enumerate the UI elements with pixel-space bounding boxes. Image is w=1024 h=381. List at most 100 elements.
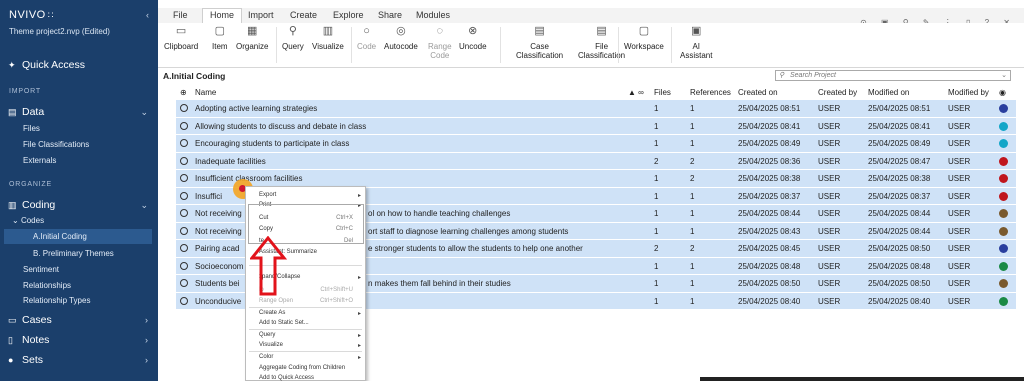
submenu-arrow-icon: ▸ — [357, 275, 361, 281]
menu-separator — [249, 351, 362, 352]
sidebar-item-preliminary-themes[interactable]: B. Preliminary Themes — [33, 249, 114, 258]
cell-refs: 1 — [690, 139, 695, 148]
organize-button[interactable]: ▦ Organize — [236, 26, 268, 52]
row-name: Encouraging students to participate in c… — [195, 139, 350, 148]
sidebar-item-codes[interactable]: ⌄ Codes — [12, 216, 44, 225]
code-node-icon — [180, 261, 188, 270]
table-row[interactable]: Adopting active learning strategies 1 1 25/… — [176, 100, 1016, 118]
ai-assistant-button[interactable]: ▣ AI Assistant — [680, 26, 712, 61]
menu-aggregate-coding[interactable]: Aggregate Coding from Children — [259, 365, 345, 371]
menu-add-quick-access[interactable]: Add to Quick Access — [259, 375, 314, 381]
menu-range-open[interactable]: Range Open — [259, 298, 293, 304]
row-name-tail: e stronger students to allow the student… — [368, 244, 583, 253]
column-name[interactable]: Name — [195, 88, 216, 97]
submenu-arrow-icon: ▸ — [357, 193, 361, 199]
menu-separator — [249, 329, 362, 330]
autocode-button[interactable]: ◎ Autocode — [384, 26, 418, 52]
case-classification-button[interactable]: ▤ Case Classification — [516, 26, 563, 61]
clipboard-icon: ▭ — [175, 25, 187, 37]
tab-file[interactable]: File — [173, 10, 188, 20]
menu-create-as[interactable]: Create As — [259, 310, 285, 316]
sidebar-item-relationships[interactable]: Relationships — [23, 281, 71, 290]
pin-icon: ✦ — [8, 60, 16, 70]
sidebar-item-notes[interactable]: ▯ Notes › — [8, 334, 152, 346]
row-name: Inadequate facilities — [195, 156, 266, 166]
tab-explore[interactable]: Explore — [333, 10, 364, 20]
column-references[interactable]: References — [690, 88, 731, 97]
column-files[interactable]: Files — [654, 88, 671, 97]
table-row[interactable]: Insufficient classroom facilities 1 2 25/04… — [176, 170, 1016, 188]
cell-mby: USER — [948, 209, 971, 218]
menu-cut[interactable]: Cut — [259, 215, 268, 221]
color-marker — [999, 139, 1008, 148]
item-button[interactable]: ▢ Item — [212, 26, 228, 52]
sidebar-item-externals[interactable]: Externals — [23, 156, 56, 165]
add-column-icon[interactable]: ⊕ — [180, 88, 187, 97]
search-project-input[interactable]: ⚲ Search Project ⌄ — [775, 70, 1011, 81]
workspace-button[interactable]: ▢ Workspace — [624, 25, 664, 52]
navigation-sidebar: NVIVO ∷ ‹ Theme project2.nvp (Edited) ✦ Qu… — [0, 0, 158, 381]
row-name: Pairing acad — [195, 244, 240, 253]
chevron-right-icon: › — [145, 315, 148, 325]
visualize-icon: ▥ — [322, 25, 334, 37]
visualize-button[interactable]: ▥ Visualize — [312, 25, 344, 52]
tab-modules[interactable]: Modules — [416, 10, 450, 20]
menu-separator — [249, 307, 362, 308]
menu-add-static-set[interactable]: Add to Static Set... — [259, 320, 309, 326]
cell-refs: 2 — [690, 174, 695, 183]
sidebar-item-data[interactable]: ▤ Data ⌄ — [8, 106, 152, 118]
cell-created: 25/04/2025 08:36 — [738, 156, 801, 166]
cell-files: 1 — [654, 226, 659, 236]
sidebar-item-initial-coding[interactable]: A.Initial Coding — [33, 232, 87, 241]
code-node-icon — [180, 226, 188, 235]
menu-query[interactable]: Query — [259, 332, 275, 338]
clipboard-button[interactable]: ▭ Clipboard — [164, 25, 198, 52]
sidebar-item-file-classifications[interactable]: File Classifications — [23, 140, 89, 149]
range-code-button[interactable]: ◌ Range Code — [428, 26, 452, 61]
cell-refs: 1 — [690, 121, 695, 131]
sidebar-item-coding[interactable]: ▥ Coding ⌄ — [8, 199, 152, 211]
quick-access-link[interactable]: ✦ Quick Access — [8, 59, 85, 71]
column-modified-by[interactable]: Modified by — [948, 88, 989, 97]
submenu-arrow-icon: ▸ — [357, 355, 361, 361]
color-column-icon[interactable]: ◉ — [999, 88, 1006, 97]
chevron-down-icon[interactable]: ⌄ — [1001, 71, 1007, 80]
tab-share[interactable]: Share — [378, 10, 402, 20]
shortcut-label: Del — [343, 238, 353, 244]
sort-icon[interactable]: ▲ ∞ — [628, 88, 644, 97]
cell-refs: 2 — [690, 156, 695, 166]
sidebar-item-files[interactable]: Files — [23, 124, 40, 133]
collapse-sidebar-button[interactable]: ‹ — [146, 10, 149, 20]
sidebar-item-relationship-types[interactable]: Relationship Types — [23, 296, 90, 305]
tab-import[interactable]: Import — [248, 10, 274, 20]
tab-create[interactable]: Create — [290, 10, 317, 20]
shortcut-label: Ctrl+Shift+O — [319, 298, 353, 304]
coding-icon: ▥ — [8, 200, 17, 210]
cell-files: 1 — [654, 139, 659, 148]
cell-created: 25/04/2025 08:40 — [738, 296, 801, 306]
sidebar-item-sets[interactable]: ● Sets › — [8, 354, 152, 366]
menu-visualize[interactable]: Visualize — [259, 342, 283, 348]
menu-copy[interactable]: Copy — [259, 226, 273, 232]
query-button[interactable]: ⚲ Query — [282, 26, 304, 52]
table-row[interactable]: Inadequate facilities 2 2 25/04/2025 08:36 U… — [176, 152, 1016, 170]
cell-modified: 25/04/2025 08:50 — [868, 244, 931, 253]
color-marker — [999, 156, 1008, 166]
table-row[interactable]: Allowing students to discuss and debate … — [176, 117, 1016, 135]
column-created-on[interactable]: Created on — [738, 88, 778, 97]
code-node-icon — [180, 244, 188, 252]
cell-files: 1 — [654, 174, 659, 183]
uncode-button[interactable]: ⊗ Uncode — [459, 26, 487, 52]
cell-modified: 25/04/2025 08:44 — [868, 209, 931, 218]
menu-color[interactable]: Color — [259, 354, 273, 360]
column-modified-on[interactable]: Modified on — [868, 88, 909, 97]
sidebar-item-cases[interactable]: ▭ Cases › — [8, 314, 152, 326]
cell-created: 25/04/2025 08:51 — [738, 104, 801, 113]
table-row[interactable]: Encouraging students to participate in c… — [176, 135, 1016, 153]
menu-export[interactable]: Export — [259, 192, 276, 198]
tab-home[interactable]: Home — [202, 8, 243, 23]
code-button[interactable]: ○ Code — [357, 26, 376, 52]
column-created-by[interactable]: Created by — [818, 88, 857, 97]
sidebar-item-sentiment[interactable]: Sentiment — [23, 265, 59, 274]
workspace-icon: ▢ — [638, 25, 650, 37]
